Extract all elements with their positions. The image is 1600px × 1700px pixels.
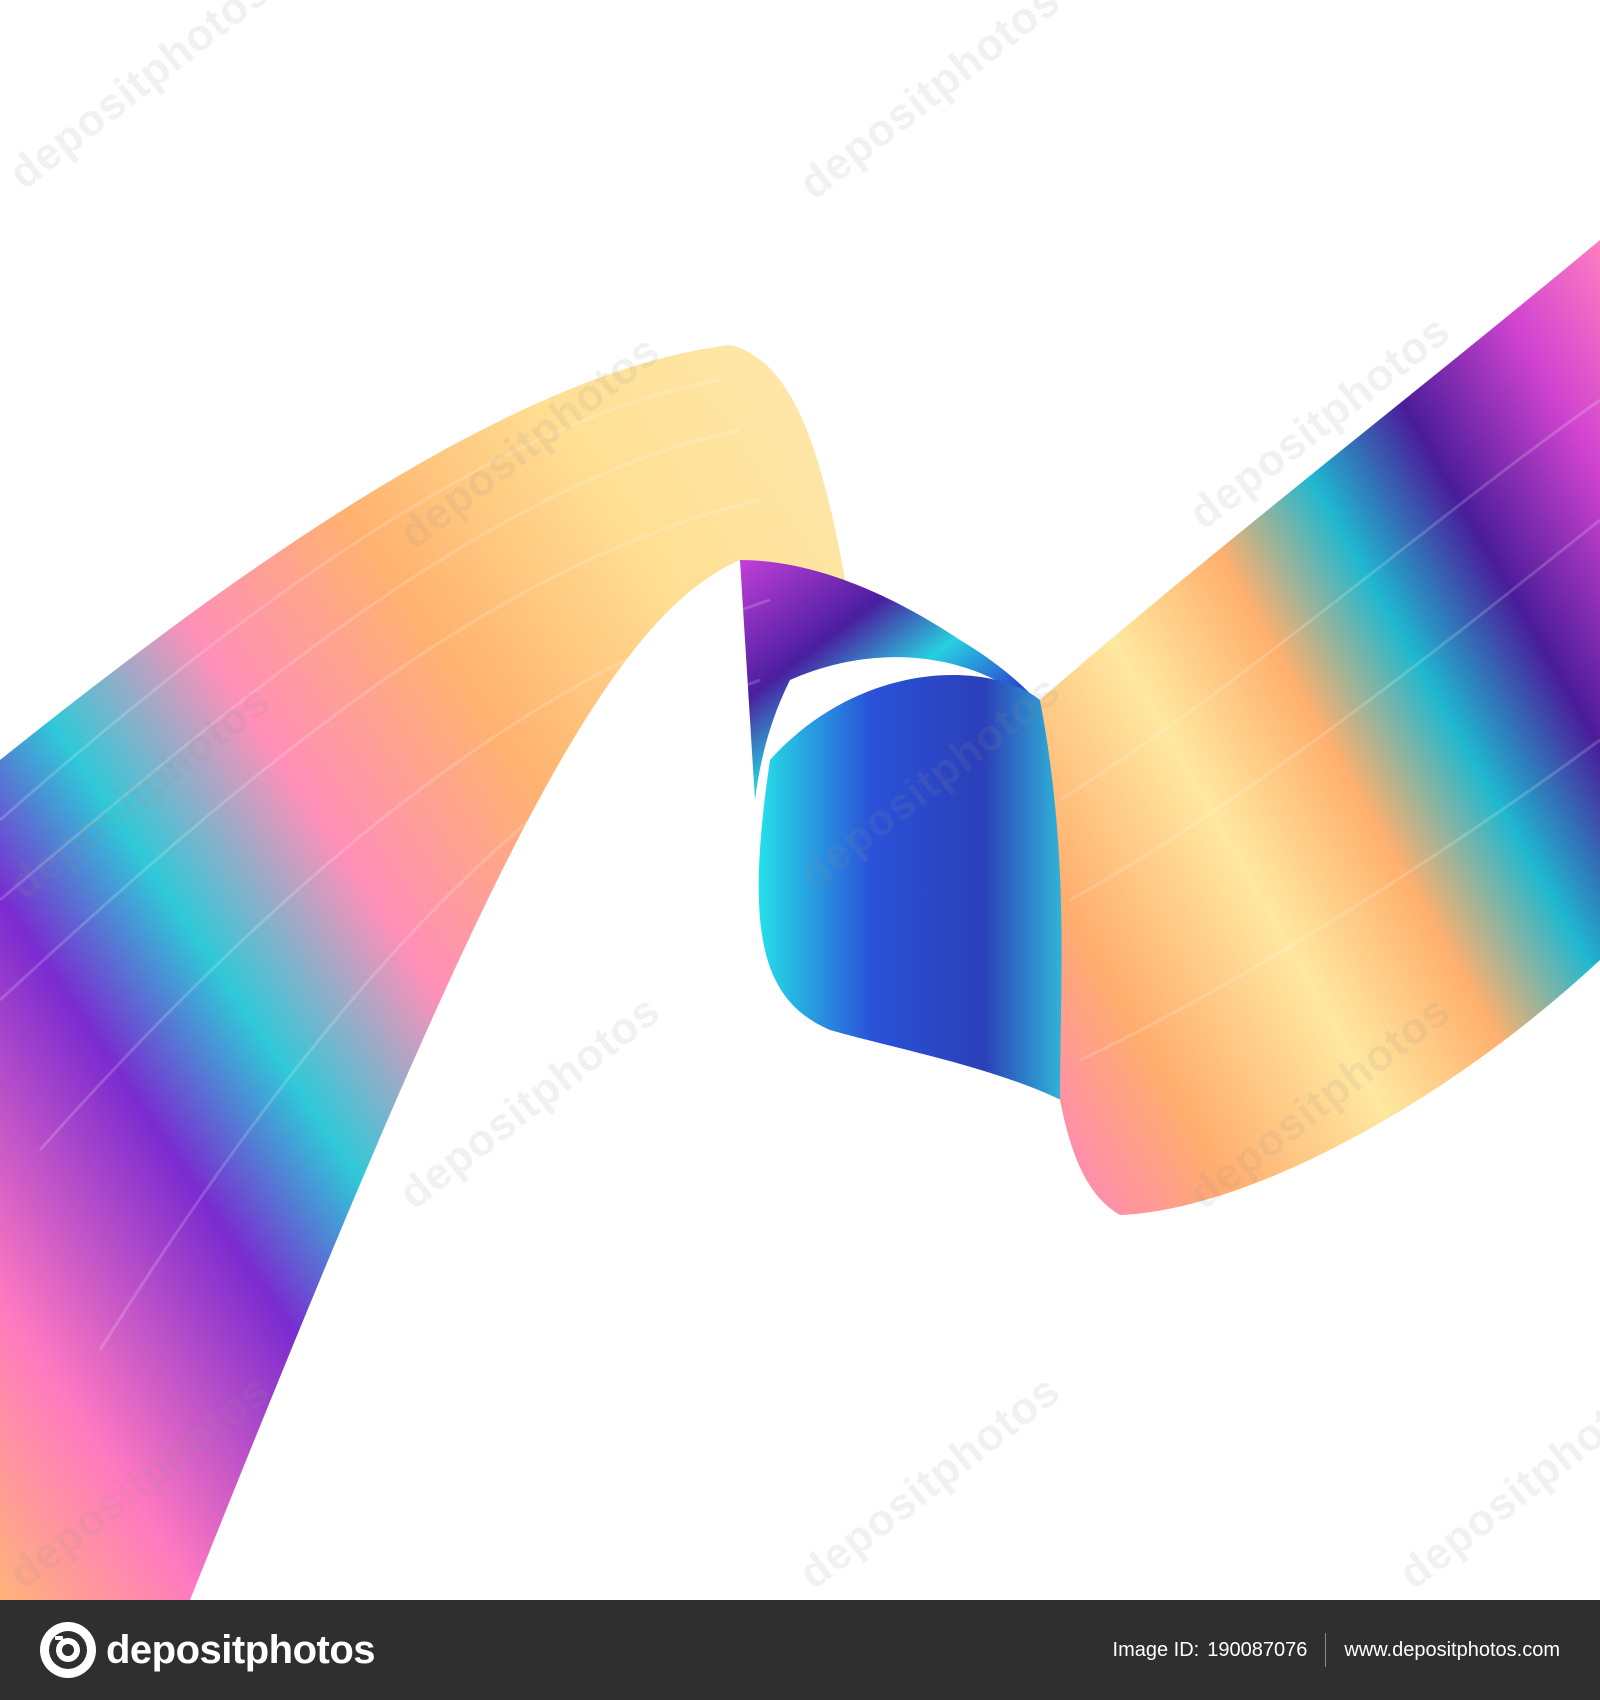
ribbon-image: depositphotos depositphotos depositphoto… [0,0,1600,1600]
site-url-link[interactable]: www.depositphotos.com [1344,1639,1560,1662]
ribbon-left-band [0,345,845,1600]
ribbon-fold [758,675,1080,1110]
image-id-value: 190087076 [1207,1638,1308,1661]
brand-logo[interactable]: depositphotos [40,1622,376,1678]
ribbon-right-band [1040,240,1600,1215]
divider [1325,1633,1327,1667]
camera-aperture-icon [40,1622,96,1678]
image-id-label: Image ID: [1112,1638,1200,1661]
image-meta: Image ID: 190087076 www.depositphotos.co… [1113,1633,1560,1667]
ribbon-illustration [0,240,1600,1600]
brand-name: depositphotos [106,1627,376,1672]
footer-bar: depositphotos Image ID: 190087076 www.de… [0,1600,1600,1700]
